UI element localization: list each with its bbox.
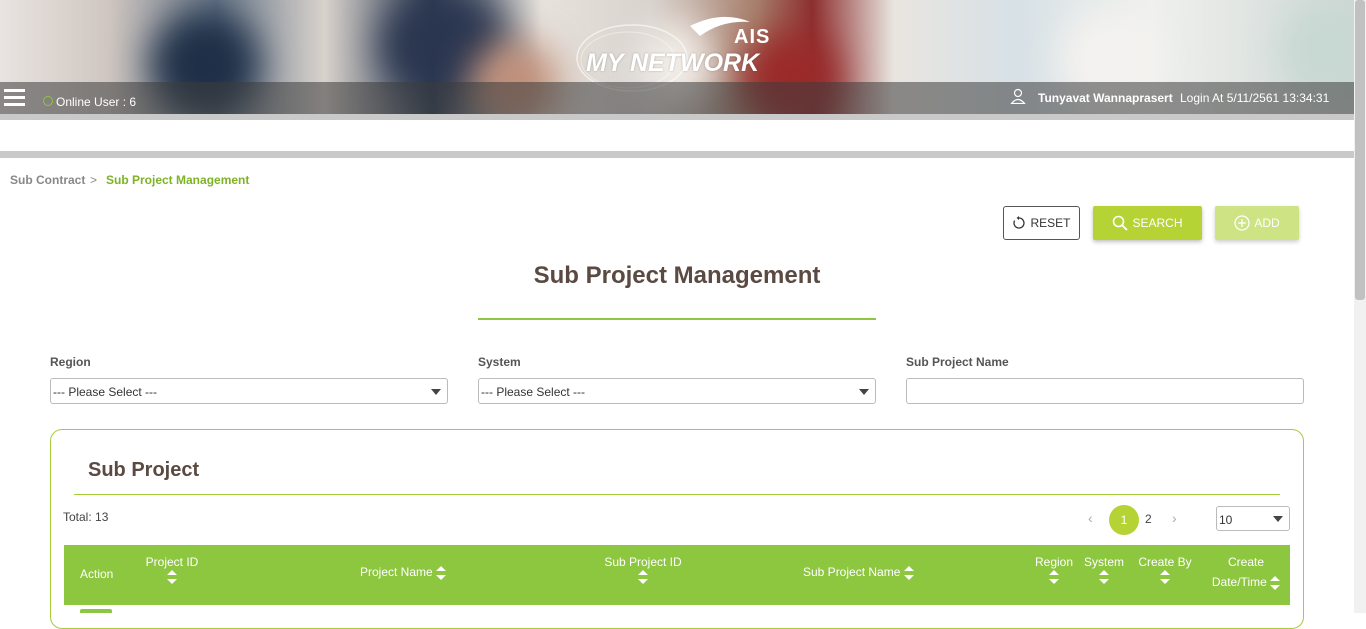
subheader-divider (0, 151, 1354, 158)
title-underline (478, 318, 876, 320)
sort-icon (167, 569, 177, 584)
col-datetime-label: Date/Time (1211, 575, 1267, 589)
sort-icon (903, 565, 914, 580)
header-divider (0, 114, 1354, 120)
pagination-page-2[interactable]: 2 (1145, 512, 1152, 526)
plus-circle-icon (1234, 215, 1250, 231)
reset-icon (1013, 216, 1026, 229)
panel-title-underline (74, 494, 1280, 495)
table-header: Action Project ID Project Name Sub Proje… (64, 545, 1290, 605)
pagination-prev[interactable]: ‹ (1088, 510, 1093, 526)
system-select-value: --- Please Select --- (481, 385, 586, 399)
chevron-down-icon (431, 389, 441, 395)
panel-title: Sub Project (88, 459, 200, 481)
col-sub-project-id[interactable]: Sub Project ID (602, 555, 684, 584)
scrollbar-thumb[interactable] (1355, 0, 1365, 300)
col-create-label: Create (1227, 555, 1265, 569)
add-label: ADD (1254, 216, 1280, 230)
region-select[interactable]: --- Please Select --- (50, 378, 448, 404)
system-select[interactable]: --- Please Select --- (478, 378, 876, 404)
reset-label: RESET (1030, 216, 1071, 230)
sub-project-name-label: Sub Project Name (906, 355, 1009, 369)
breadcrumb-separator: > (90, 173, 98, 187)
breadcrumb-current: Sub Project Management (106, 173, 250, 187)
col-action: Action (80, 567, 114, 581)
search-icon (1113, 215, 1129, 231)
add-button[interactable]: ADD (1215, 206, 1299, 240)
sort-icon (1270, 575, 1281, 590)
row-action-button[interactable] (80, 609, 112, 613)
col-project-id-label: Project ID (145, 555, 199, 569)
chevron-down-icon (859, 389, 869, 395)
sort-icon (1049, 569, 1059, 584)
col-sub-project-name-label: Sub Project Name (803, 565, 901, 579)
col-system-label: System (1083, 555, 1124, 569)
reset-button[interactable]: RESET (1003, 206, 1080, 240)
user-icon[interactable] (1010, 88, 1026, 104)
col-system[interactable]: System (1082, 555, 1126, 584)
search-button[interactable]: SEARCH (1093, 206, 1202, 240)
sub-project-name-input[interactable] (906, 378, 1304, 404)
login-timestamp: Login At 5/11/2561 13:34:31 (1180, 91, 1330, 105)
pagination-next[interactable]: › (1172, 510, 1177, 526)
search-label: SEARCH (1132, 216, 1183, 230)
online-user-count: Online User : 6 (56, 95, 137, 109)
col-project-id[interactable]: Project ID (144, 555, 200, 584)
pagination-page-1[interactable]: 1 (1109, 505, 1139, 535)
chevron-down-icon (1273, 516, 1283, 522)
sort-icon (638, 569, 648, 584)
sort-icon (436, 565, 447, 580)
region-select-value: --- Please Select --- (53, 385, 158, 399)
total-count: Total: 13 (63, 510, 109, 524)
col-project-name[interactable]: Project Name (360, 565, 447, 580)
col-create-datetime[interactable]: Create Date/Time (1208, 555, 1284, 590)
sort-icon (1099, 569, 1109, 584)
page-size-value: 10 (1219, 513, 1233, 527)
col-create-by-label: Create By (1138, 555, 1192, 569)
col-project-name-label: Project Name (360, 565, 433, 579)
region-label: Region (50, 355, 91, 369)
logo-ais: AIS (734, 26, 771, 48)
col-region[interactable]: Region (1034, 555, 1074, 584)
page-size-select[interactable]: 10 (1216, 506, 1290, 531)
online-status-icon (43, 96, 53, 106)
page-title: Sub Project Management (533, 262, 821, 289)
logo-my-network: MY NETWORK (586, 49, 760, 77)
col-sub-project-name[interactable]: Sub Project Name (803, 565, 914, 580)
user-name[interactable]: Tunyavat Wannaprasert (1038, 91, 1173, 105)
breadcrumb-sub-contract[interactable]: Sub Contract (10, 173, 85, 187)
system-label: System (478, 355, 521, 369)
col-sub-project-id-label: Sub Project ID (604, 555, 682, 569)
col-create-by[interactable]: Create By (1136, 555, 1194, 584)
sort-icon (1160, 569, 1170, 584)
col-region-label: Region (1034, 555, 1074, 569)
hamburger-menu-icon[interactable] (4, 89, 25, 107)
